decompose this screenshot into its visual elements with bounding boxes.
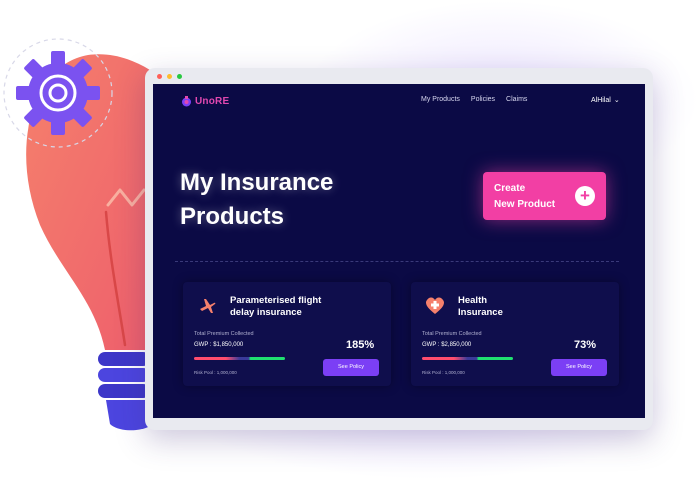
chevron-down-icon: ⌄ <box>613 97 620 104</box>
top-nav: My Products Policies Claims <box>421 96 527 103</box>
user-name: AlHilal <box>591 96 611 104</box>
window-controls <box>157 74 182 79</box>
gwp-value: GWP : $2,850,000 <box>422 342 472 348</box>
create-label-line1: Create <box>494 183 526 194</box>
card-title: Health Insurance <box>458 295 588 319</box>
product-card-health: Health Insurance Total Premium Collected… <box>411 282 619 386</box>
create-button-label: Create New Product <box>494 181 574 213</box>
logo-text: UnoRE <box>195 96 230 107</box>
card-title: Parameterised flight delay insurance <box>230 295 360 319</box>
heart-plus-icon <box>426 297 444 314</box>
bulb-base-cap <box>106 400 150 431</box>
premium-label: Total Premium Collected <box>194 331 254 337</box>
bulb-base-ring <box>98 368 150 382</box>
gear-icon <box>16 51 100 135</box>
risk-pool: Risk Pool : 1,000,000 <box>422 370 465 375</box>
minimize-dot[interactable] <box>167 74 172 79</box>
progress-bar <box>194 357 285 360</box>
progress-bar <box>422 357 513 360</box>
user-menu[interactable]: AlHilal ⌄ <box>591 96 620 105</box>
unore-logo-icon <box>182 96 191 107</box>
bulb-base-ring <box>98 384 150 398</box>
gwp-value: GWP : $1,850,000 <box>194 342 244 348</box>
app-screen: UnoRE My Products Policies Claims AlHila… <box>153 84 645 418</box>
card-title-line1: Health <box>458 295 488 306</box>
plus-icon: + <box>575 186 595 206</box>
bulb-base-ring <box>98 352 150 366</box>
browser-window: UnoRE My Products Policies Claims AlHila… <box>145 68 653 430</box>
nav-my-products[interactable]: My Products <box>421 96 460 103</box>
percent-value: 73% <box>574 339 597 351</box>
risk-pool: Risk Pool : 1,000,000 <box>194 370 237 375</box>
see-policy-button[interactable]: See Policy <box>551 359 607 376</box>
card-title-line1: Parameterised flight <box>230 295 322 306</box>
create-label-line2: New Product <box>494 199 556 210</box>
premium-label: Total Premium Collected <box>422 331 482 337</box>
logo[interactable]: UnoRE <box>181 96 229 107</box>
page-title: My Insurance Products <box>180 169 334 230</box>
product-card-flight: Parameterised flight delay insurance Tot… <box>183 282 391 386</box>
divider <box>175 261 619 262</box>
see-policy-button[interactable]: See Policy <box>323 359 379 376</box>
airplane-icon <box>200 299 216 313</box>
card-title-line2: delay insurance <box>230 307 302 318</box>
nav-claims[interactable]: Claims <box>506 96 527 103</box>
nav-policies[interactable]: Policies <box>471 96 495 103</box>
close-dot[interactable] <box>157 74 162 79</box>
create-new-product-button[interactable]: Create New Product + <box>483 172 606 220</box>
percent-value: 185% <box>346 339 375 351</box>
card-title-line2: Insurance <box>458 307 503 318</box>
maximize-dot[interactable] <box>177 74 182 79</box>
